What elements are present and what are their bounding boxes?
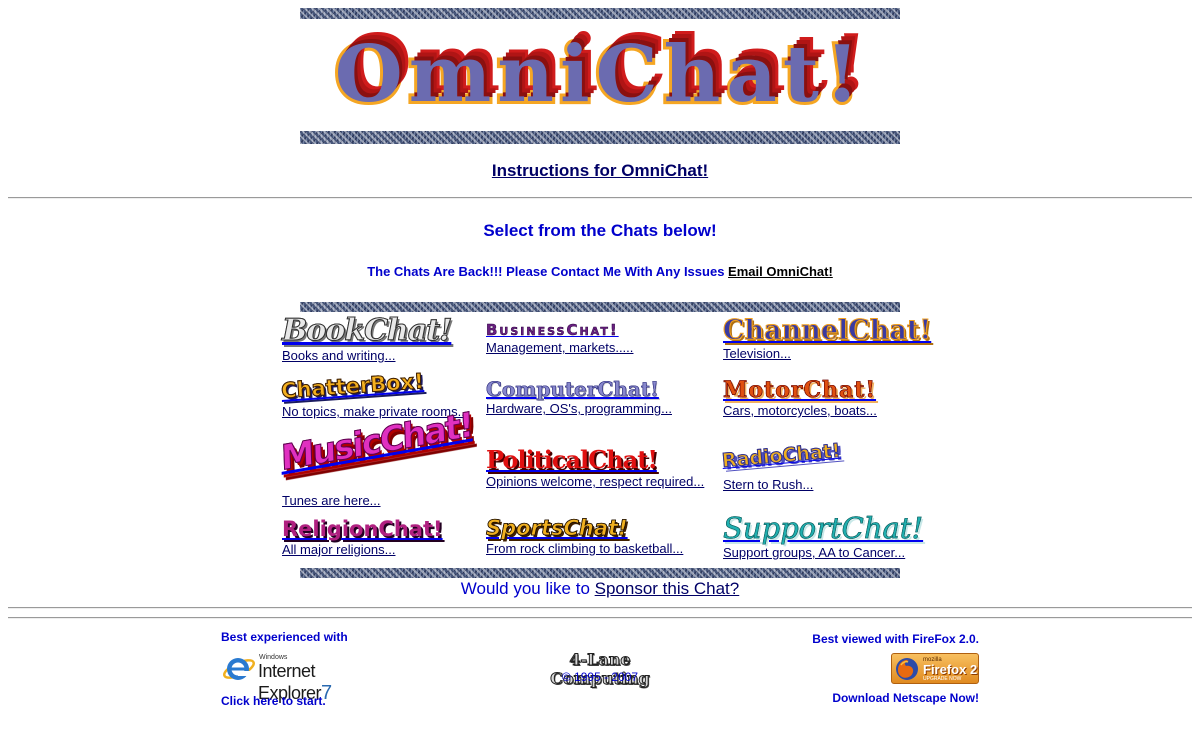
firefox-icon [896, 658, 918, 680]
top-granite-bar [300, 8, 900, 19]
grid-top-granite-bar [300, 302, 900, 312]
select-heading: Select from the Chats below! [483, 221, 717, 240]
chat-support[interactable]: SupportChat! Support groups, AA to Cance… [723, 511, 924, 560]
divider-bottom-2 [8, 617, 1192, 619]
sportschat-desc: From rock climbing to basketball... [486, 541, 684, 556]
divider-bottom-1 [8, 607, 1192, 609]
motorchat-desc: Cars, motorcycles, boats... [723, 403, 877, 418]
firefox-sub-label: UPGRADE NOW [923, 676, 962, 682]
chat-religion[interactable]: ReligionChat! All major religions... [282, 517, 443, 558]
netscape-download-link[interactable]: Download Netscape Now! [780, 691, 979, 705]
chat-music[interactable]: MusicChat! Tunes are here... [280, 404, 476, 508]
bookchat-logo: BookChat! [281, 313, 452, 348]
sportschat-logo: SportsChat! [486, 516, 628, 540]
chat-sports[interactable]: SportsChat! From rock climbing to basket… [486, 516, 684, 556]
chat-motor[interactable]: MotorChat! Cars, motorcycles, boats... [723, 379, 877, 418]
religionchat-desc: All major religions... [282, 542, 396, 557]
firefox-heading: Best viewed with FireFox 2.0. [812, 632, 979, 646]
chat-political[interactable]: PoliticalChat! Opinions welcome, respect… [486, 445, 705, 490]
firefox-name: Firefox 2 [923, 662, 978, 677]
back-notice-text: The Chats Are Back!!! Please Contact Me … [367, 264, 725, 279]
supportchat-logo: SupportChat! [723, 511, 924, 545]
sponsor-line: Would you like to Sponsor this Chat? [0, 579, 1200, 599]
chatterbox-logo: ChatterBox! [280, 369, 425, 404]
chat-business[interactable]: BusinessChat! Management, markets..... [486, 321, 634, 355]
religionchat-logo: ReligionChat! [282, 517, 443, 541]
businesschat-logo: BusinessChat! [486, 321, 619, 339]
email-omnichat-link[interactable]: Email OmniChat! [728, 264, 833, 279]
businesschat-desc: Management, markets..... [486, 340, 634, 355]
instructions-container: Instructions for OmniChat! [0, 161, 1200, 181]
motorchat-logo: MotorChat! [723, 377, 877, 403]
firefox-badge-button[interactable]: mozilla Firefox 2 UPGRADE NOW [891, 653, 979, 684]
radiochat-logo: RadioChat! [721, 439, 842, 472]
politicalchat-logo: PoliticalChat! [486, 445, 658, 474]
sponsor-link[interactable]: Sponsor this Chat? [595, 579, 740, 598]
chat-radio[interactable]: RadioChat! Stern to Rush... [721, 439, 842, 492]
computerchat-logo: ComputerChat! [486, 377, 659, 401]
grid-bottom-granite-bar [300, 568, 900, 578]
chat-book[interactable]: BookChat! Books and writing... [281, 313, 452, 363]
chat-computer[interactable]: ComputerChat! Hardware, OS's, programmin… [486, 379, 672, 416]
channelchat-logo: ChannelChat! [722, 315, 932, 346]
musicchat-logo: MusicChat! [280, 404, 473, 479]
radiochat-desc: Stern to Rush... [723, 477, 814, 492]
divider-top [8, 197, 1192, 199]
copyright: © 1995 - 2007 [561, 670, 639, 684]
instructions-link[interactable]: Instructions for OmniChat! [492, 161, 708, 180]
musicchat-desc: Tunes are here... [282, 493, 381, 508]
ie-start-link[interactable]: Click here to start. [221, 694, 326, 708]
ie-logo-button[interactable]: Windows Internet Explorer7 [221, 650, 391, 704]
politicalchat-desc: Opinions welcome, respect required... [486, 474, 705, 489]
logo-bottom-granite-bar [300, 131, 900, 144]
bookchat-desc: Books and writing... [282, 348, 396, 363]
sponsor-prefix: Would you like to [460, 579, 590, 598]
channelchat-desc: Television... [723, 346, 791, 361]
computerchat-desc: Hardware, OS's, programming... [486, 401, 672, 416]
supportchat-desc: Support groups, AA to Cancer... [723, 545, 906, 560]
back-notice: The Chats Are Back!!! Please Contact Me … [0, 264, 1200, 279]
omnichat-logo-text: OmniChat! [332, 26, 866, 123]
omnichat-logo: OmniChat! [300, 19, 900, 131]
ie-heading: Best experienced with [221, 630, 348, 644]
chat-channel[interactable]: ChannelChat! Television... [722, 315, 932, 362]
internet-explorer-icon [223, 658, 255, 680]
ie-windows-label: Windows [259, 654, 288, 661]
